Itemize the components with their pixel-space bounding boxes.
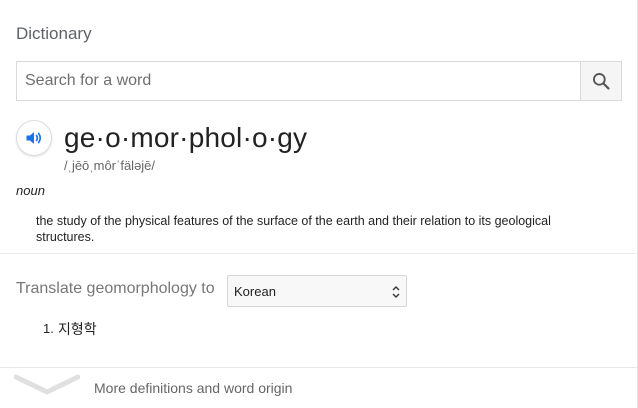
search-icon [593,73,610,90]
selected-language: Korean [234,284,276,299]
search-button[interactable] [580,62,621,100]
section-divider [0,253,638,254]
select-arrows-icon [392,286,400,298]
expand-chevron-icon[interactable] [14,374,80,398]
part-of-speech: noun [16,183,45,198]
search-box [16,61,622,101]
translation-number: 1. [43,321,54,336]
translation-result: 지형학 [58,321,97,337]
search-input[interactable] [17,62,582,100]
headword: ge·o·mor·phol·o·gy [64,122,308,153]
phonetic-spelling: /ˌjēōˌmôrˈfäləjē/ [64,158,156,173]
pronunciation-button[interactable] [16,120,52,156]
dictionary-card: Dictionary ge·o·mor·phol·o·gy /ˌjēōˌmôrˈ… [0,0,638,408]
definition-text: the study of the physical features of th… [36,214,551,244]
language-select[interactable]: Korean [227,275,407,307]
translate-label: Translate geomorphology to [16,280,215,297]
speaker-icon [26,132,42,144]
dictionary-title: Dictionary [16,24,92,43]
footer-divider [0,367,638,368]
more-definitions-link[interactable]: More definitions and word origin [94,380,292,396]
